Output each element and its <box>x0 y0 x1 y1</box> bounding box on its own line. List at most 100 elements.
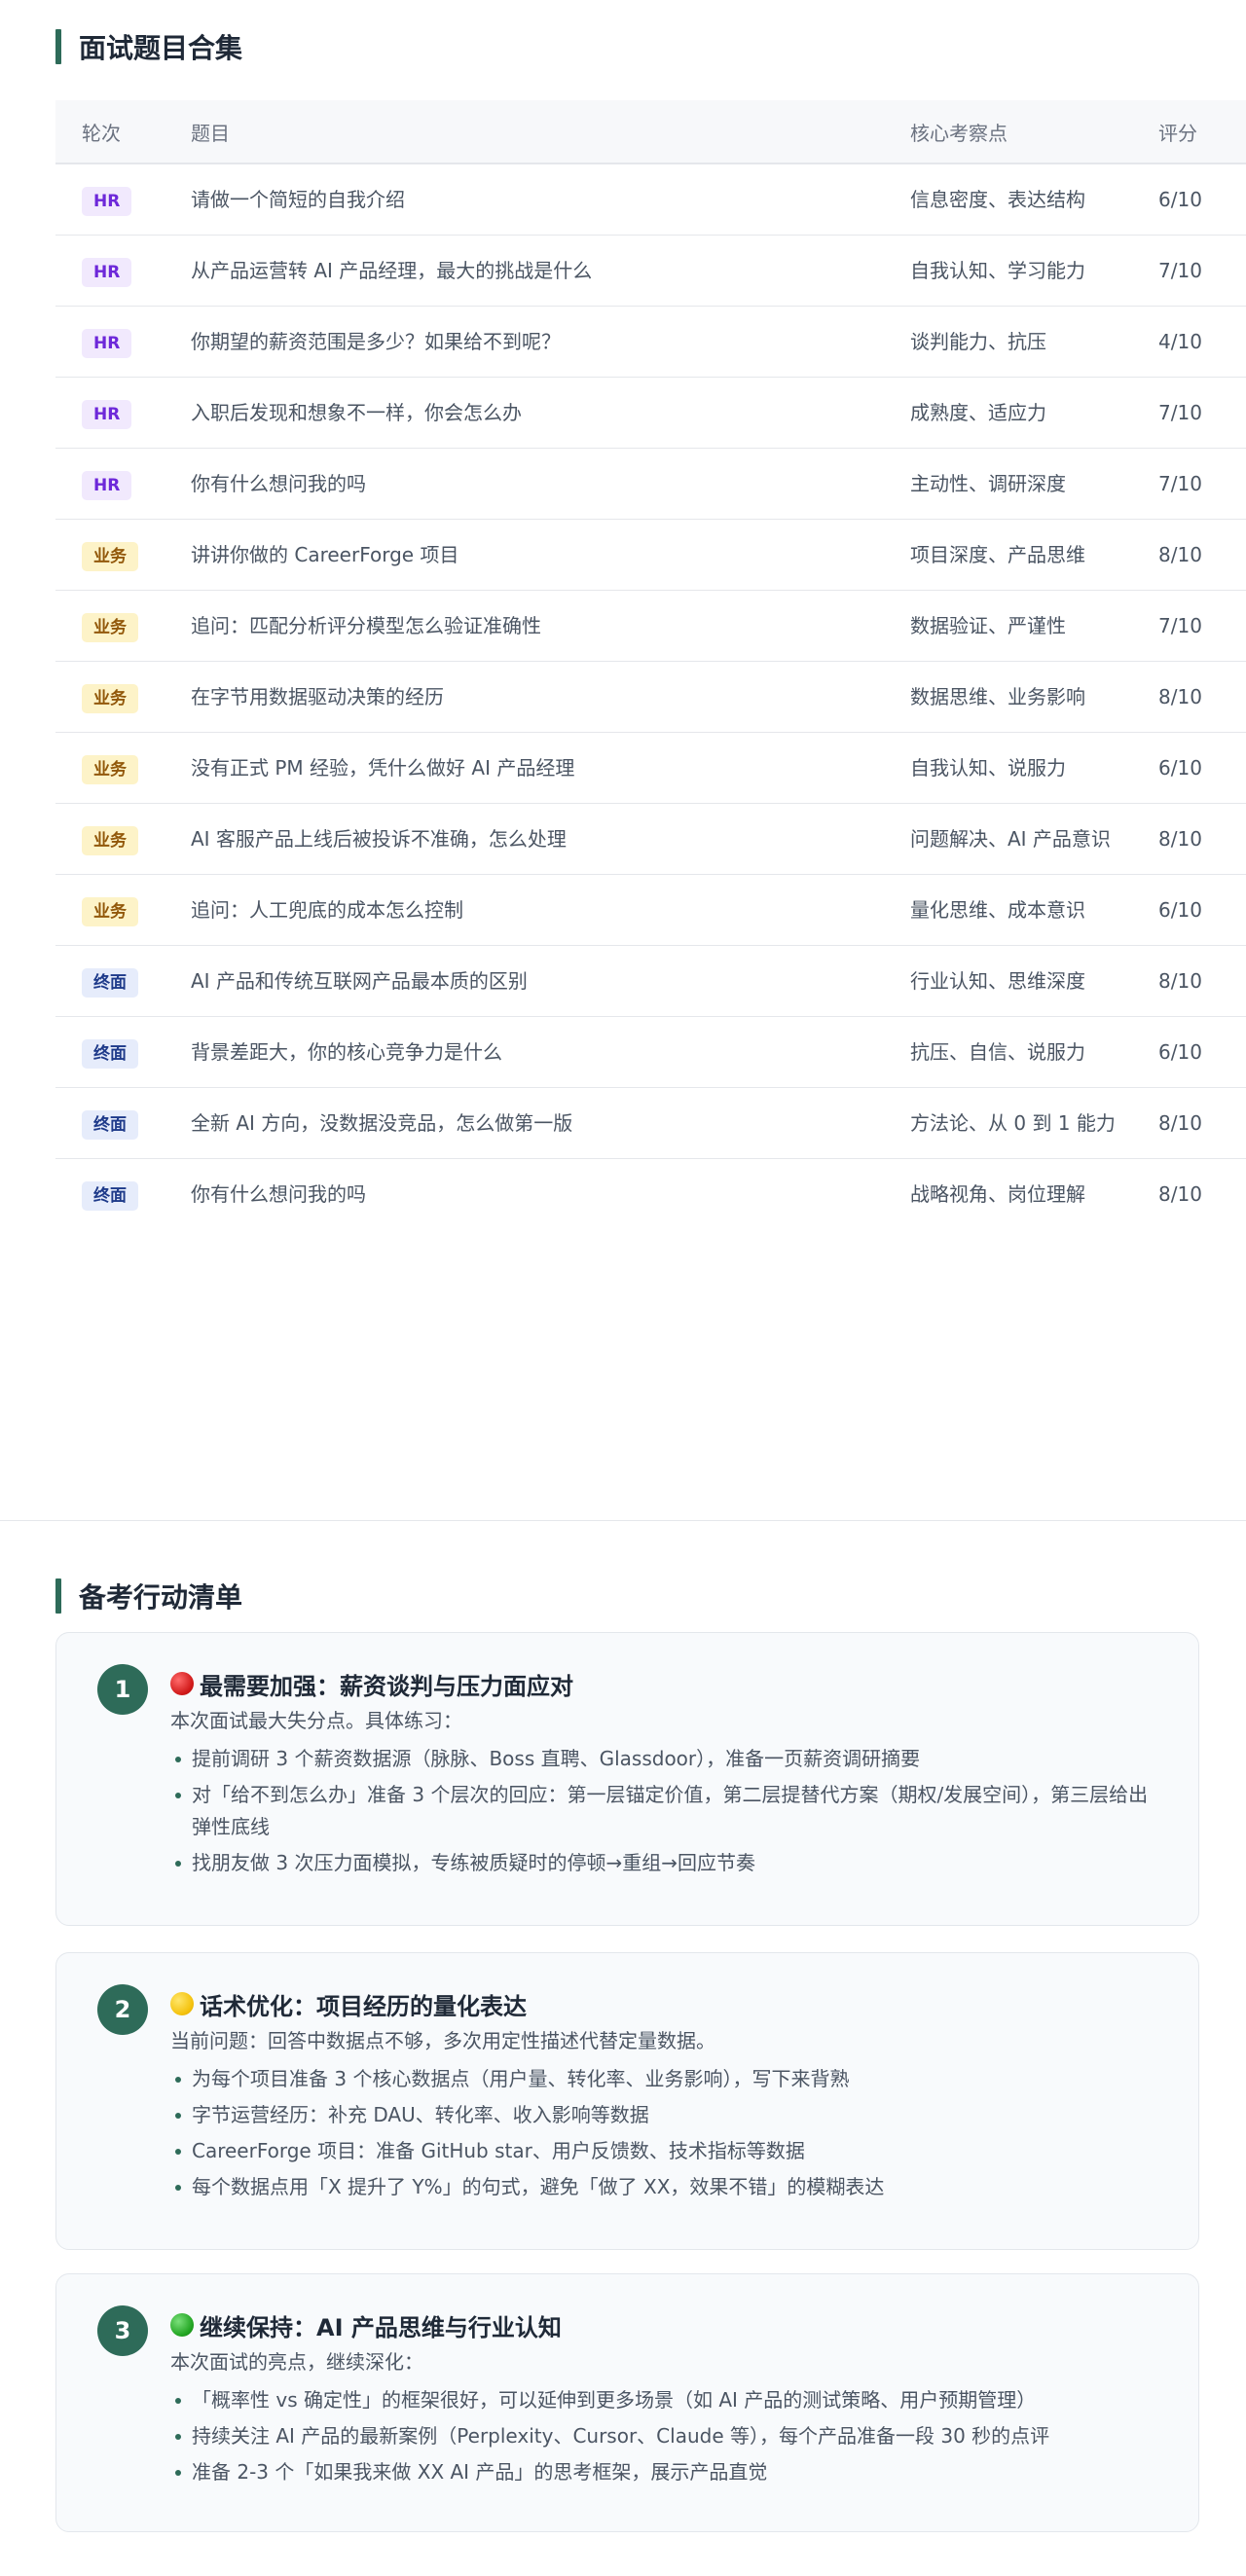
round-cell: 业务 <box>55 519 191 591</box>
score-cell: 8/10 <box>1129 661 1246 733</box>
round-cell: 业务 <box>55 732 191 804</box>
action-card-title-text: 最需要加强：薪资谈判与压力面应对 <box>200 1672 573 1700</box>
focus-cell: 项目深度、产品思维 <box>910 519 1129 591</box>
score-cell: 6/10 <box>1129 732 1246 804</box>
header-round: 轮次 <box>55 100 191 164</box>
interview-report-page: 面试题目合集 轮次 题目 核心考察点 评分 HR 请做一个简短的自我介绍 信息密度、… <box>0 0 1246 2576</box>
question-cell: 讲讲你做的 CareerForge 项目 <box>191 519 910 591</box>
table-row: 终面 背景差距大，你的核心竞争力是什么 抗压、自信、说服力 6/10 <box>55 1016 1246 1088</box>
questions-section-heading: 面试题目合集 <box>55 27 242 66</box>
table-row: 业务 追问：人工兜底的成本怎么控制 量化思维、成本意识 6/10 <box>55 874 1246 946</box>
score-cell: 8/10 <box>1129 1087 1246 1159</box>
focus-cell: 数据验证、严谨性 <box>910 590 1129 662</box>
score-cell: 8/10 <box>1129 803 1246 875</box>
action-list-item: 每个数据点用「X 提升了 Y%」的句式，避免「做了 XX，效果不错」的模糊表达 <box>170 2171 1159 2203</box>
question-cell: AI 产品和传统互联网产品最本质的区别 <box>191 945 910 1017</box>
action-list-item: 找朋友做 3 次压力面模拟，专练被质疑时的停顿→重组→回应节奏 <box>170 1847 1159 1879</box>
question-cell: 追问：匹配分析评分模型怎么验证准确性 <box>191 590 910 662</box>
question-cell: 从产品运营转 AI 产品经理，最大的挑战是什么 <box>191 235 910 307</box>
score-cell: 7/10 <box>1129 448 1246 520</box>
action-card-title-text: 继续保持：AI 产品思维与行业认知 <box>200 2313 562 2341</box>
focus-cell: 量化思维、成本意识 <box>910 874 1129 946</box>
focus-cell: 自我认知、学习能力 <box>910 235 1129 307</box>
round-badge: 业务 <box>82 897 138 926</box>
focus-cell: 自我认知、说服力 <box>910 732 1129 804</box>
round-badge: 终面 <box>82 968 138 998</box>
score-cell: 8/10 <box>1129 519 1246 591</box>
score-cell: 7/10 <box>1129 235 1246 307</box>
round-badge: 业务 <box>82 826 138 855</box>
action-item-list: 「概率性 vs 确定性」的框架很好，可以延伸到更多场景（如 AI 产品的测试策略… <box>170 2384 1159 2488</box>
interview-questions-table: 轮次 题目 核心考察点 评分 HR 请做一个简短的自我介绍 信息密度、表达结构 6/1… <box>55 100 1246 1229</box>
action-list-item: 对「给不到怎么办」准备 3 个层次的回应：第一层锚定价值，第二层提替代方案（期权… <box>170 1779 1159 1843</box>
heading-accent-bar <box>55 1578 61 1614</box>
score-cell: 4/10 <box>1129 306 1246 378</box>
round-cell: 业务 <box>55 803 191 875</box>
focus-cell: 战略视角、岗位理解 <box>910 1182 1085 1206</box>
action-card-intro: 本次面试的亮点，继续深化： <box>170 2350 423 2374</box>
action-card-title: 最需要加强：薪资谈判与压力面应对 <box>170 1666 1159 1701</box>
action-list-item: 「概率性 vs 确定性」的框架很好，可以延伸到更多场景（如 AI 产品的测试策略… <box>170 2384 1159 2416</box>
round-cell: HR <box>55 163 191 236</box>
question-cell: AI 客服产品上线后被投诉不准确，怎么处理 <box>191 803 910 875</box>
table-row: HR 你有什么想问我的吗 主动性、调研深度 7/10 <box>55 448 1246 520</box>
action-card-body: 继续保持：AI 产品思维与行业认知本次面试的亮点，继续深化： 「概率性 vs 确定… <box>170 2307 1159 2488</box>
question-cell: 入职后发现和想象不一样，你会怎么办 <box>191 377 910 449</box>
focus-cell: 行业认知、思维深度 <box>910 945 1129 1017</box>
focus-cell: 谈判能力、抗压 <box>910 306 1129 378</box>
action-card-title-text: 话术优化：项目经历的量化表达 <box>200 1992 527 2020</box>
table-row: 终面 你有什么想问我的吗 战略视角、岗位理解 8/10 <box>55 1159 1246 1230</box>
action-card: 1 最需要加强：薪资谈判与压力面应对 本次面试最大失分点。具体练习： 提前调研 3 个… <box>55 1632 1199 1926</box>
action-section-heading: 备考行动清单 <box>55 1577 242 1615</box>
question-cell: 请做一个简短的自我介绍 <box>191 163 910 236</box>
table-row: HR 你期望的薪资范围是多少？如果给不到呢？ 谈判能力、抗压 4/10 <box>55 306 1246 378</box>
focus-cell: 数据思维、业务影响 <box>910 661 1129 733</box>
action-section-title: 备考行动清单 <box>79 1581 243 1614</box>
table-row: 业务 在字节用数据驱动决策的经历 数据思维、业务影响 8/10 <box>55 661 1246 733</box>
question-cell: 你有什么想问我的吗 <box>191 1182 366 1206</box>
round-cell: HR <box>55 377 191 449</box>
question-cell: 追问：人工兜底的成本怎么控制 <box>191 874 910 946</box>
round-cell: 终面 <box>55 1087 191 1159</box>
round-badge: HR <box>82 258 132 287</box>
round-badge: 终面 <box>82 1181 138 1211</box>
step-number-badge: 1 <box>97 1664 148 1715</box>
action-card-body: 最需要加强：薪资谈判与压力面应对 本次面试最大失分点。具体练习： 提前调研 3 个薪… <box>170 1666 1159 1879</box>
action-list-item: 持续关注 AI 产品的最新案例（Perplexity、Cursor、Claude… <box>170 2420 1159 2452</box>
table-row: HR 入职后发现和想象不一样，你会怎么办 成熟度、适应力 7/10 <box>55 377 1246 449</box>
action-card: 3 继续保持：AI 产品思维与行业认知 本次面试的亮点，继续深化： 「概率性 vs 确… <box>55 2273 1199 2532</box>
question-cell: 全新 AI 方向，没数据没竞品，怎么做第一版 <box>191 1087 910 1159</box>
table-row: HR 请做一个简短的自我介绍 信息密度、表达结构 6/10 <box>55 163 1246 236</box>
green-circle-icon <box>170 2313 194 2337</box>
action-card-body: 话术优化：项目经历的量化表达当前问题：回答中数据点不够，多次用定性描述代替定量数… <box>170 1986 1159 2203</box>
table-row: 业务 讲讲你做的 CareerForge 项目 项目深度、产品思维 8/10 <box>55 519 1246 591</box>
table-header-row: 轮次 题目 核心考察点 评分 <box>55 100 1246 164</box>
yellow-circle-icon <box>170 1992 194 2015</box>
round-cell: 业务 <box>55 661 191 733</box>
action-card-title: 话术优化：项目经历的量化表达 <box>170 1986 1159 2021</box>
score-cell: 6/10 <box>1129 163 1246 236</box>
header-focus: 核心考察点 <box>910 100 1129 164</box>
question-cell: 在字节用数据驱动决策的经历 <box>191 661 910 733</box>
round-cell: 终面 <box>55 1016 191 1088</box>
action-list-item: 提前调研 3 个薪资数据源（脉脉、Boss 直聘、Glassdoor），准备一页… <box>170 1743 1159 1775</box>
table-row: HR 从产品运营转 AI 产品经理，最大的挑战是什么 自我认知、学习能力 7/10 <box>55 235 1246 307</box>
action-list-item: 准备 2-3 个「如果我来做 XX AI 产品」的思考框架，展示产品直觉 <box>170 2456 1159 2488</box>
round-badge: 业务 <box>82 755 138 784</box>
focus-cell: 主动性、调研深度 <box>910 448 1129 520</box>
focus-cell: 信息密度、表达结构 <box>910 163 1129 236</box>
round-badge: HR <box>82 400 132 429</box>
action-card-title: 继续保持：AI 产品思维与行业认知 <box>170 2307 1159 2342</box>
score-cell: 8/10 <box>1129 945 1246 1017</box>
round-cell: 业务 <box>55 874 191 946</box>
question-cell: 你期望的薪资范围是多少？如果给不到呢？ <box>191 306 910 378</box>
round-badge: HR <box>82 471 132 500</box>
question-cell: 背景差距大，你的核心竞争力是什么 <box>191 1016 910 1088</box>
focus-cell: 抗压、自信、说服力 <box>910 1016 1129 1088</box>
section-divider <box>0 1520 1246 1521</box>
score-cell: 7/10 <box>1129 590 1246 662</box>
action-card-intro: 当前问题：回答中数据点不够，多次用定性描述代替定量数据。 <box>170 2029 715 2052</box>
focus-cell: 成熟度、适应力 <box>910 377 1129 449</box>
action-list-item: CareerForge 项目：准备 GitHub star、用户反馈数、技术指标… <box>170 2135 1159 2167</box>
round-cell: 业务 <box>55 590 191 662</box>
